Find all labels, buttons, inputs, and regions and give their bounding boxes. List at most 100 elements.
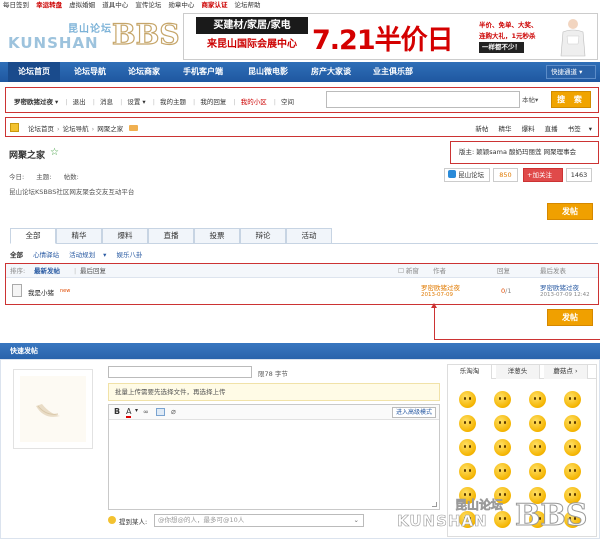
tab-leak[interactable]: 爆料 [102, 228, 148, 244]
nav-item-mobile[interactable]: 手机客户端 [183, 62, 223, 82]
smiley-icon[interactable] [564, 463, 581, 480]
nav-item-merchants[interactable]: 论坛商家 [128, 62, 160, 82]
image-icon[interactable] [156, 408, 165, 416]
new-window-checkbox[interactable]: ☐ 新窗 [398, 264, 419, 278]
logout-link[interactable]: 退出 [73, 98, 86, 106]
breadcrumb-item[interactable]: 论坛首页 [28, 125, 54, 133]
tab-activity[interactable]: 活动 [286, 228, 332, 244]
tab-digest[interactable]: 精华 [56, 228, 102, 244]
emoji-tab-2[interactable]: 洋葱头 [496, 365, 540, 379]
quicklink-bookmark[interactable]: 书签 [568, 125, 581, 133]
smiley-icon[interactable] [494, 463, 511, 480]
topbar-link[interactable]: 每日签到 [3, 1, 29, 9]
last-post-user[interactable]: 罗密欧猪过夜 [540, 282, 579, 292]
moderators[interactable]: 版主: 颖颖sama 酸奶玛丽莲 网聚理事会 [450, 141, 599, 164]
table-row[interactable]: 我是小猪 new 罗密欧猪过夜 2013-07-09 0/1 罗密欧猪过夜 20… [6, 280, 598, 304]
smiley-icon[interactable] [459, 415, 476, 432]
subtab-all[interactable]: 全部 [10, 251, 23, 259]
smiley-icon[interactable] [564, 415, 581, 432]
bold-icon[interactable]: B [114, 407, 120, 416]
nav-item-guide[interactable]: 论坛导航 [74, 62, 106, 82]
my-topics-link[interactable]: 我的主题 [160, 98, 186, 106]
topbar-link[interactable]: 论坛帮助 [235, 1, 261, 9]
font-color-icon[interactable]: A [126, 407, 132, 418]
star-icon[interactable]: ☆ [50, 147, 59, 158]
smiley-icon[interactable] [529, 391, 546, 408]
tab-live[interactable]: 直播 [148, 228, 194, 244]
smiley-icon[interactable] [494, 391, 511, 408]
messages-link[interactable]: 消息 [100, 98, 113, 106]
chevron-down-icon[interactable]: ▾ [55, 98, 58, 106]
subtab-events[interactable]: 活动规划 ▾ [69, 251, 106, 259]
follow-button[interactable]: +加关注 [523, 168, 563, 182]
site-logo[interactable]: 昆山论坛 KUNSHAN BBS [8, 14, 180, 60]
smiley-icon[interactable] [529, 415, 546, 432]
breadcrumb-item[interactable]: 论坛导航 [63, 125, 89, 133]
share-button[interactable]: 昆山论坛 [444, 168, 490, 182]
subtab-mood[interactable]: 心情驿站 [33, 251, 59, 259]
emoji-tab-3[interactable]: 蘑菇点 › [544, 365, 588, 379]
username-link[interactable]: 罗密欧猪过夜 [14, 98, 53, 106]
subtab-gossip[interactable]: 娱乐八卦 [117, 251, 143, 259]
tab-all[interactable]: 全部 [10, 228, 56, 244]
thread-author[interactable]: 罗密欧猪过夜 [421, 282, 460, 292]
topbar-link[interactable]: 商家认证 [201, 1, 227, 9]
mention-input[interactable]: @你想@的人，最多可@10人 ⌄ [154, 514, 364, 527]
smiley-icon[interactable] [459, 391, 476, 408]
quicklink-new[interactable]: 新帖 [475, 125, 488, 133]
space-link[interactable]: 空间 [281, 98, 294, 106]
nav-item-movie[interactable]: 昆山微电影 [248, 62, 288, 82]
chevron-down-icon[interactable]: ▾ [142, 98, 145, 106]
settings-link[interactable]: 设置 [127, 98, 140, 106]
emoji-tab-1[interactable]: 乐淘淘 [448, 365, 492, 379]
topbar-link[interactable]: 宣传论坛 [135, 1, 161, 9]
sort-latest-reply[interactable]: 最后回复 [80, 264, 106, 278]
new-post-button[interactable]: 发帖 [547, 203, 593, 220]
quicklink-leak[interactable]: 爆料 [522, 125, 535, 133]
document-icon [12, 284, 22, 297]
double-chevron-icon[interactable]: ⌄ [354, 515, 359, 526]
my-community-link[interactable]: 我的小区 [241, 98, 267, 106]
search-scope-dropdown[interactable]: 本帖▾ [522, 94, 538, 104]
nav-item-home[interactable]: 论坛首页 [8, 62, 60, 82]
nav-item-owners[interactable]: 业主俱乐部 [373, 62, 413, 82]
link-icon[interactable]: ∞ [143, 408, 149, 416]
sort-latest-post[interactable]: 最新发帖 [34, 264, 60, 278]
new-post-button-bottom[interactable]: 发帖 [547, 309, 593, 326]
topbar-link[interactable]: 道具中心 [102, 1, 128, 9]
search-input[interactable] [326, 91, 520, 108]
search-button[interactable]: 搜 索 [551, 91, 591, 108]
topbar-link[interactable]: 虚拟婚姻 [69, 1, 95, 9]
smiley-icon[interactable] [494, 415, 511, 432]
rss-icon[interactable] [129, 125, 139, 131]
topbar-link[interactable]: 勋章中心 [168, 1, 194, 9]
chevron-down-icon[interactable]: ▾ [135, 407, 138, 414]
chevron-down-icon[interactable]: ▾ [589, 125, 592, 133]
smiley-icon[interactable] [529, 463, 546, 480]
tab-vote[interactable]: 投票 [194, 228, 240, 244]
breadcrumb-item[interactable]: 网聚之家 [97, 125, 123, 133]
nav-item-housing[interactable]: 房产大家谈 [311, 62, 351, 82]
post-editor[interactable]: B A ▾ ∞ ⌀ 进入高级模式 [108, 404, 440, 510]
smiley-icon[interactable] [459, 439, 476, 456]
quicklink-live[interactable]: 直播 [545, 125, 558, 133]
smiley-icon[interactable] [564, 391, 581, 408]
avatar[interactable] [20, 376, 86, 442]
new-window-label: 新窗 [405, 267, 419, 275]
quicklink-digest[interactable]: 精华 [499, 125, 512, 133]
quick-access-dropdown[interactable]: 快捷通道 ▾ [546, 65, 596, 79]
breadcrumb-quicklinks: 新帖 精华 爆料 直播 书签 ▾ [467, 123, 592, 133]
tab-debate[interactable]: 辩论 [240, 228, 286, 244]
home-icon[interactable] [10, 123, 19, 132]
advanced-mode-button[interactable]: 进入高级模式 [391, 407, 436, 418]
smiley-icon[interactable] [459, 463, 476, 480]
attachment-icon[interactable]: ⌀ [171, 407, 176, 416]
smiley-icon[interactable] [564, 439, 581, 456]
my-replies-link[interactable]: 我的回复 [200, 98, 226, 106]
thread-title[interactable]: 我是小猪 [28, 287, 54, 297]
smiley-icon[interactable] [494, 439, 511, 456]
topbar-link[interactable]: 幸运转盘 [36, 1, 62, 9]
banner-ad[interactable]: 买建材/家居/家电 来昆山国际会展中心 7.21半价日 半价、免单、大奖、 连购… [183, 13, 598, 60]
post-title-input[interactable] [108, 366, 252, 378]
smiley-icon[interactable] [529, 439, 546, 456]
